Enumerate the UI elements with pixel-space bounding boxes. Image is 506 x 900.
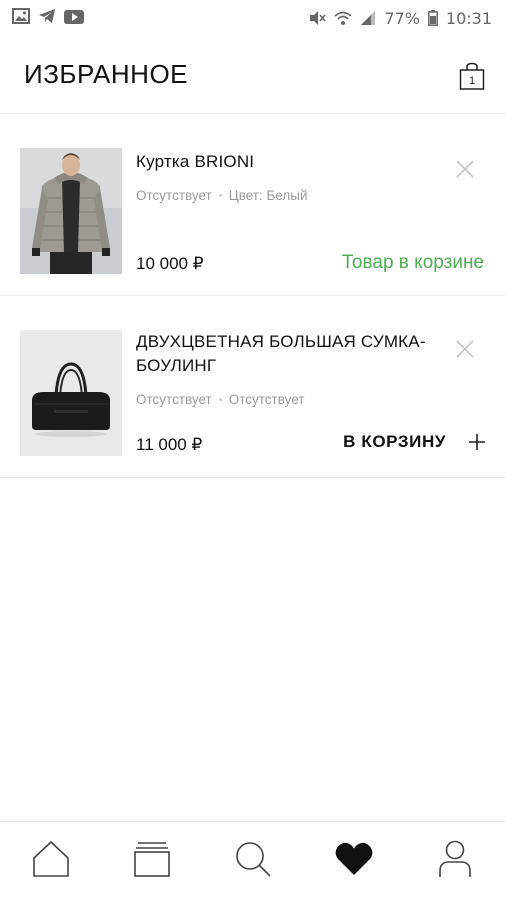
- close-icon: [456, 160, 474, 178]
- status-bar-right: 77% 10:31: [308, 9, 492, 28]
- catalog-icon: [133, 842, 170, 877]
- app-header: ИЗБРАННОЕ 1: [0, 36, 506, 114]
- cart-count-badge: 1: [468, 74, 476, 87]
- favorite-item[interactable]: Куртка BRIONI Отсутствует Цвет: Белый 10…: [0, 114, 506, 296]
- plus-icon: [469, 434, 485, 450]
- image-icon: [12, 8, 30, 28]
- attribute-text: Отсутствует: [228, 392, 305, 407]
- nav-profile[interactable]: [425, 829, 485, 889]
- home-icon: [32, 840, 69, 877]
- separator-dot: [218, 398, 222, 401]
- nav-favorites[interactable]: [324, 829, 384, 889]
- telegram-icon: [38, 8, 56, 28]
- product-name[interactable]: Куртка BRIONI: [136, 150, 254, 174]
- in-cart-status: Товар в корзине: [341, 252, 484, 273]
- availability-text: Отсутствует: [136, 188, 212, 203]
- nav-home[interactable]: [21, 829, 81, 889]
- product-name[interactable]: ДВУХЦВЕТНАЯ БОЛЬШАЯ СУМКА-БОУЛИНГ: [136, 330, 436, 378]
- remove-favorite-button[interactable]: [454, 338, 476, 360]
- product-image-jacket[interactable]: [20, 148, 122, 274]
- nav-search[interactable]: [223, 829, 283, 889]
- color-text: Цвет: Белый: [228, 188, 308, 203]
- status-bar: 77% 10:31: [0, 0, 506, 36]
- favorite-item[interactable]: ДВУХЦВЕТНАЯ БОЛЬШАЯ СУМКА-БОУЛИНГ Отсутс…: [0, 296, 506, 478]
- product-price: 11 000 ₽: [136, 435, 203, 454]
- signal-icon: [360, 10, 376, 26]
- clock: 10:31: [445, 8, 492, 28]
- add-to-cart-button[interactable]: В КОРЗИНУ: [343, 432, 486, 452]
- product-price: 10 000 ₽: [136, 254, 204, 273]
- status-bar-left: [12, 8, 84, 28]
- heart-icon: [335, 842, 373, 875]
- availability-text: Отсутствует: [136, 392, 212, 407]
- youtube-icon: [64, 9, 84, 28]
- profile-icon: [439, 840, 472, 877]
- wifi-icon: [334, 10, 352, 26]
- cart-button[interactable]: 1: [458, 60, 486, 90]
- page-title: ИЗБРАННОЕ: [24, 59, 189, 89]
- add-to-cart-label: В КОРЗИНУ: [343, 432, 446, 451]
- battery-icon: [427, 10, 438, 26]
- product-image-bag[interactable]: [20, 330, 122, 456]
- search-icon: [236, 842, 271, 877]
- product-meta: Отсутствует Отсутствует: [136, 392, 304, 407]
- mute-icon: [308, 10, 326, 26]
- battery-percent: 77%: [384, 8, 420, 28]
- bottom-navigation: [0, 821, 506, 900]
- nav-catalog[interactable]: [122, 829, 182, 889]
- separator-dot: [218, 194, 222, 197]
- remove-favorite-button[interactable]: [454, 158, 476, 180]
- close-icon: [456, 340, 474, 358]
- product-meta: Отсутствует Цвет: Белый: [136, 188, 308, 203]
